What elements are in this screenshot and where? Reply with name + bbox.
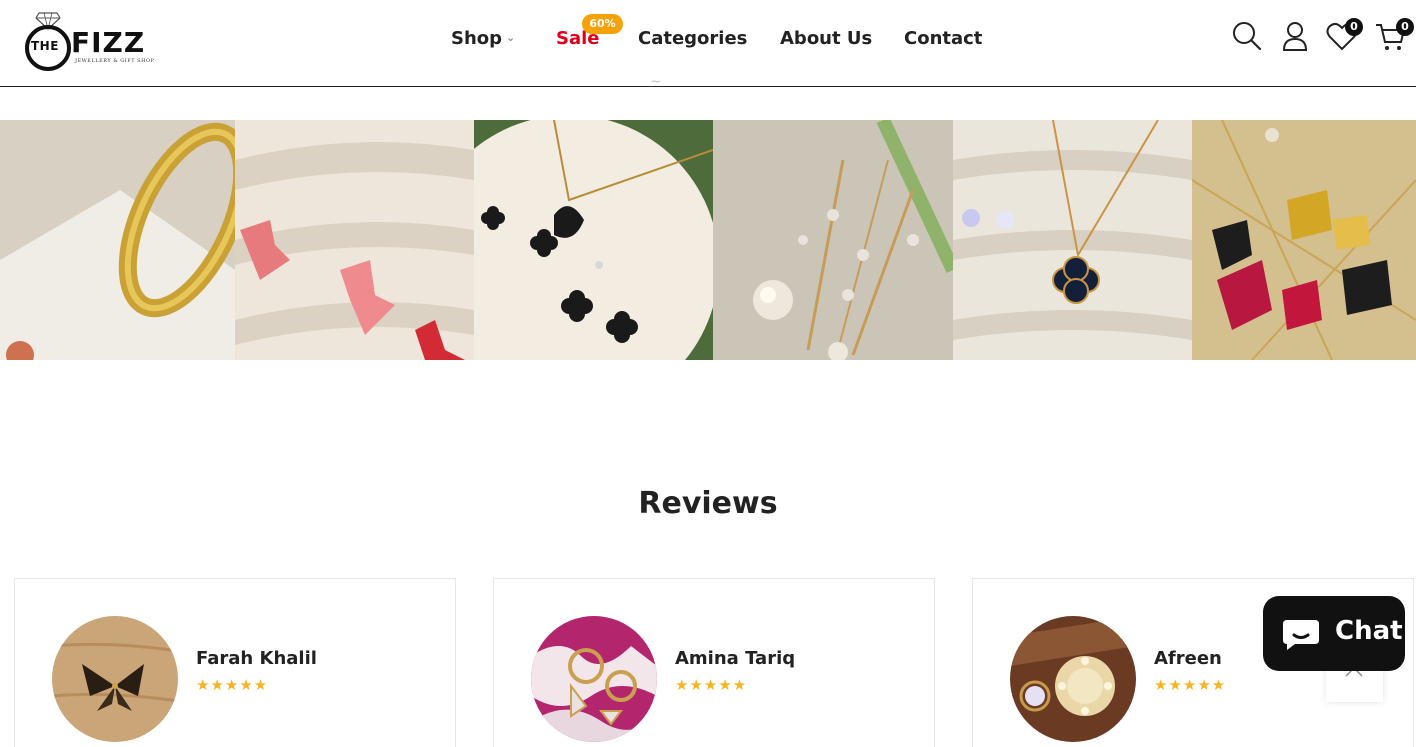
chat-button[interactable]: Chat bbox=[1263, 596, 1405, 671]
user-icon[interactable] bbox=[1279, 20, 1311, 52]
sale-badge: 60% bbox=[582, 14, 623, 34]
reviewer-name: Farah Khalil bbox=[196, 648, 317, 669]
nav-shop[interactable]: Shop ⌄ bbox=[451, 28, 515, 49]
nav-categories-label: Categories bbox=[638, 28, 748, 49]
nav-contact[interactable]: Contact bbox=[904, 28, 982, 49]
nav-contact-label: Contact bbox=[904, 28, 983, 49]
star-rating: ★★★★★ bbox=[196, 676, 269, 694]
swan-clover-set-image[interactable] bbox=[474, 120, 713, 360]
gold-bangle-image[interactable] bbox=[0, 120, 235, 360]
reviews-heading: Reviews bbox=[638, 486, 778, 521]
nav-categories[interactable]: Categories bbox=[638, 28, 747, 49]
instagram-gallery bbox=[0, 120, 1416, 360]
blue-clover-necklace-image[interactable] bbox=[953, 120, 1192, 360]
star-rating: ★★★★★ bbox=[675, 676, 748, 694]
butterfly-necklaces-image[interactable] bbox=[1192, 120, 1416, 360]
site-header: THE FIZZ JEWELLERY & GIFT SHOP ~ Shop ⌄ S… bbox=[0, 0, 1416, 90]
review-card: Farah Khalil ★★★★★ bbox=[14, 578, 456, 747]
star-rating: ★★★★★ bbox=[1154, 676, 1227, 694]
reviewer-avatar bbox=[1010, 616, 1136, 742]
review-card: Amina Tariq ★★★★★ bbox=[493, 578, 935, 747]
chat-label: Chat bbox=[1335, 616, 1403, 646]
nav-shop-label: Shop bbox=[451, 28, 503, 49]
reviewer-avatar bbox=[52, 616, 178, 742]
chat-bubble-icon bbox=[1283, 620, 1319, 650]
nav-about[interactable]: About Us bbox=[780, 28, 872, 49]
pearl-drop-earrings-image[interactable] bbox=[713, 120, 953, 360]
chevron-down-icon: ⌄ bbox=[506, 31, 516, 44]
faded-subtitle: ~ bbox=[650, 74, 662, 90]
reviewer-name: Afreen bbox=[1154, 648, 1222, 669]
cart-count-badge: 0 bbox=[1396, 18, 1414, 36]
search-icon[interactable] bbox=[1231, 20, 1263, 52]
wishlist-count-badge: 0 bbox=[1345, 18, 1363, 36]
main-nav: Shop ⌄ Sale Categories About Us Contact bbox=[0, 28, 1416, 58]
reviewer-avatar bbox=[531, 616, 657, 742]
reviewer-name: Amina Tariq bbox=[675, 648, 796, 669]
logo-tagline: JEWELLERY & GIFT SHOP bbox=[75, 58, 155, 64]
pink-butterfly-studs-image[interactable] bbox=[235, 120, 474, 360]
nav-about-label: About Us bbox=[780, 28, 873, 49]
